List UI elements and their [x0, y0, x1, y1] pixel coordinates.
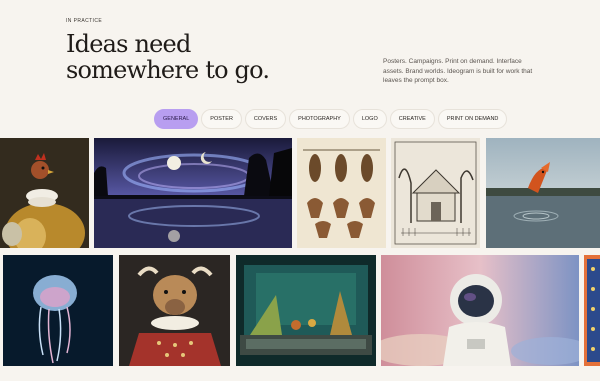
gallery-image-highland-cow[interactable]	[119, 255, 230, 366]
filter-tab-covers[interactable]: COVERS	[244, 109, 287, 129]
leaping-fish-image	[486, 138, 600, 248]
gallery-image-moonlit-lake[interactable]	[94, 138, 292, 248]
gallery-image-leaping-fish[interactable]	[486, 138, 600, 248]
gallery-image-ornamental-pattern[interactable]	[584, 255, 600, 366]
gallery-image-bat-specimens[interactable]	[297, 138, 386, 248]
filter-tab-poster[interactable]: POSTER	[201, 109, 242, 129]
house-sketch-image	[391, 138, 480, 248]
gallery-image-aquarium-diorama[interactable]	[236, 255, 376, 366]
section-headline: Ideas need somewhere to go.	[66, 31, 296, 83]
filter-tab-logo[interactable]: LOGO	[352, 109, 387, 129]
moonlit-lake-image	[94, 138, 292, 248]
filter-tab-creative[interactable]: CREATIVE	[389, 109, 435, 129]
astronaut-image	[381, 255, 579, 366]
gallery-image-house-sketch[interactable]	[391, 138, 480, 248]
headline-line-2: somewhere to go.	[66, 56, 270, 84]
section-eyebrow: IN PRACTICE	[66, 18, 103, 24]
category-filter-bar: GENERAL POSTER COVERS PHOTOGRAPHY LOGO C…	[154, 109, 508, 129]
headline-line-1: Ideas need	[66, 30, 191, 58]
filter-tab-general[interactable]: GENERAL	[154, 109, 199, 129]
aquarium-diorama-image	[236, 255, 376, 366]
rooster-portrait-image	[0, 138, 89, 248]
section-description: Posters. Campaigns. Print on demand. Int…	[383, 58, 533, 84]
gallery-image-rooster-portrait[interactable]	[0, 138, 89, 248]
filter-tab-print-on-demand[interactable]: PRINT ON DEMAND	[437, 109, 508, 129]
filter-tab-photography[interactable]: PHOTOGRAPHY	[289, 109, 350, 129]
gallery-image-astronaut[interactable]	[381, 255, 579, 366]
ornamental-pattern-image	[584, 255, 600, 366]
highland-cow-image	[119, 255, 230, 366]
jellyfish-image	[3, 255, 113, 366]
gallery-image-jellyfish[interactable]	[3, 255, 113, 366]
bat-specimen-image	[297, 138, 386, 248]
